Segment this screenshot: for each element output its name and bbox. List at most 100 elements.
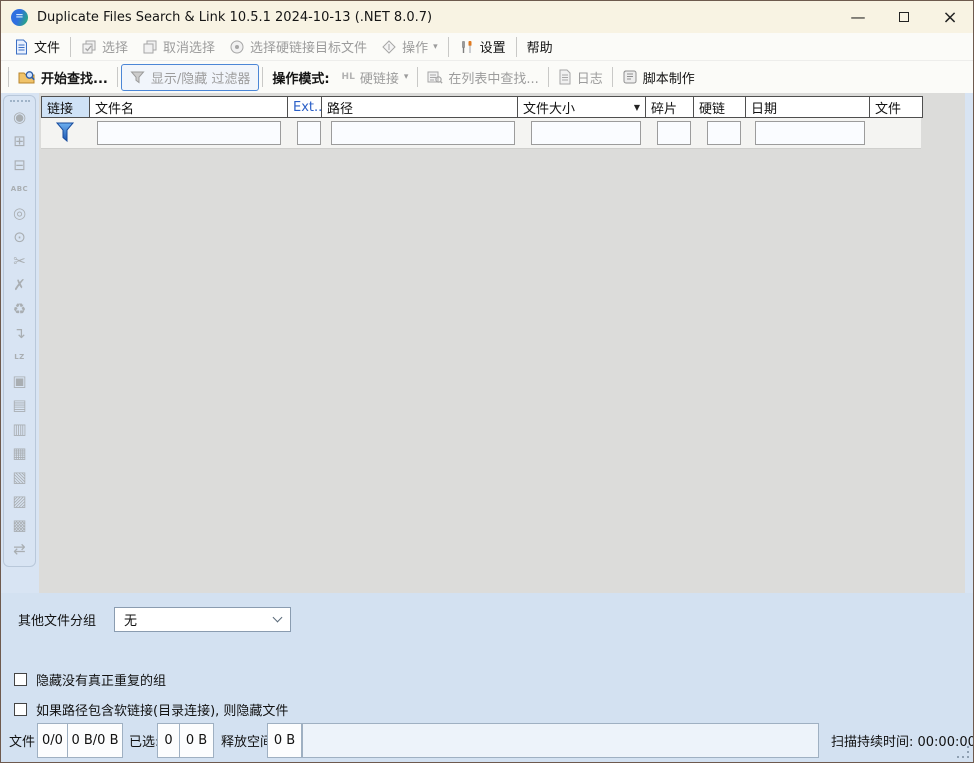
- log-button[interactable]: 日志: [552, 65, 609, 90]
- find-in-list-icon: [427, 69, 443, 85]
- link-pair-dotted-icon[interactable]: ⊙: [4, 225, 35, 249]
- window-controls: — ×: [835, 1, 973, 33]
- copy-list-icon[interactable]: ▣: [4, 369, 35, 393]
- column-label: 硬链: [699, 98, 725, 117]
- folder-search-icon: [18, 69, 36, 85]
- operation-mode-label: 操作模式:: [266, 65, 335, 90]
- recycle-bin-icon[interactable]: ♻: [4, 297, 35, 321]
- menu-settings[interactable]: 设置: [452, 34, 513, 59]
- column-header-link[interactable]: 链接: [42, 97, 90, 117]
- grouping-label: 其他文件分组: [18, 610, 96, 629]
- column-header-path[interactable]: 路径: [322, 97, 518, 117]
- menu-help-label: 帮助: [527, 37, 553, 56]
- column-header-filesize[interactable]: 文件大小 ▼: [518, 97, 646, 117]
- script-scroll-icon: [622, 69, 638, 85]
- rename-abc-icon[interactable]: ABC: [4, 177, 35, 201]
- separator: [516, 37, 517, 57]
- window-title: Duplicate Files Search & Link 10.5.1 202…: [37, 10, 432, 25]
- move-to-folder-icon[interactable]: ↴: [4, 321, 35, 345]
- close-icon: ×: [942, 7, 957, 28]
- selected-label: 已选:: [129, 723, 159, 758]
- chevron-down-icon: ▾: [404, 72, 409, 82]
- tool-bar: 开始查找... 显示/隐藏 过滤器 操作模式: HL 硬链接 ▾ 在列表中查找.…: [1, 61, 973, 93]
- find-in-list-button[interactable]: 在列表中查找...: [421, 65, 544, 90]
- grouping-select[interactable]: 无: [114, 607, 291, 632]
- column-header-hardlinks[interactable]: 硬链: [694, 97, 746, 117]
- funnel-gray-icon: [130, 70, 145, 85]
- app-window: = Duplicate Files Search & Link 10.5.1 2…: [0, 0, 974, 763]
- minimize-icon: —: [851, 8, 866, 26]
- actions-diamond-icon: [381, 39, 397, 55]
- film-strip-icon-4[interactable]: ▧: [4, 465, 35, 489]
- filter-date-input[interactable]: [755, 121, 865, 145]
- column-header-file[interactable]: 文件: [870, 97, 922, 117]
- filter-path-input[interactable]: [331, 121, 515, 145]
- film-strip-icon-3[interactable]: ▦: [4, 441, 35, 465]
- column-label: 碎片: [651, 98, 677, 117]
- menu-select-hardlink-targets[interactable]: 选择硬链接目标文件: [222, 34, 374, 59]
- film-strip-icon-5[interactable]: ▨: [4, 489, 35, 513]
- column-label: Ext...: [293, 100, 322, 115]
- column-label: 文件名: [95, 98, 134, 117]
- status-bar: 文件 0/0 0 B/0 B 已选: 0 0 B 释放空间: 0 B 扫描持续时…: [1, 719, 973, 762]
- scripting-button[interactable]: 脚本制作: [616, 65, 701, 90]
- add-files-icon[interactable]: ⊞: [4, 129, 35, 153]
- select-checked-pages-icon: [81, 39, 97, 55]
- film-strip-icon-2[interactable]: ▥: [4, 417, 35, 441]
- unlink-cut-icon[interactable]: ✂: [4, 249, 35, 273]
- menu-bar: 文件 选择 取消选择 选择硬链接目标文件 操作 ▾: [1, 33, 973, 61]
- chevron-down-icon: ▾: [433, 42, 438, 52]
- progress-box: [302, 723, 819, 758]
- delete-icon[interactable]: ✗: [4, 273, 35, 297]
- grouping-row: 其他文件分组 无: [18, 607, 291, 632]
- column-header-extension[interactable]: Ext...: [288, 97, 322, 117]
- menu-help[interactable]: 帮助: [520, 34, 560, 59]
- chevron-down-icon: [273, 613, 283, 623]
- column-label: 路径: [327, 98, 353, 117]
- grid-filter-row: [41, 118, 921, 149]
- left-toolbar-panel: ◉ ⊞ ⊟ ABC ◎ ⊙ ✂ ✗ ♻ ↴ LZ ▣ ▤ ▥ ▦ ▧ ▨ ▩ ⇄: [3, 95, 36, 567]
- menu-actions[interactable]: 操作 ▾: [374, 34, 445, 59]
- hardlink-hl-icon: HL: [342, 73, 355, 82]
- maximize-icon: [899, 12, 909, 22]
- menu-file[interactable]: 文件: [7, 34, 67, 59]
- maximize-button[interactable]: [881, 1, 927, 33]
- hardlink-target-icon: [229, 39, 245, 55]
- filter-filesize-input[interactable]: [531, 121, 641, 145]
- lz-compress-icon[interactable]: LZ: [4, 345, 35, 369]
- film-strip-icon-6[interactable]: ▩: [4, 513, 35, 537]
- column-label: 日期: [751, 98, 777, 117]
- drag-grip[interactable]: [10, 100, 30, 102]
- selected-size-box: 0 B: [179, 723, 214, 758]
- toggle-filter-button[interactable]: 显示/隐藏 过滤器: [121, 64, 260, 91]
- start-search-button[interactable]: 开始查找...: [12, 65, 114, 90]
- filter-fragments-input[interactable]: [657, 121, 691, 145]
- menu-select[interactable]: 选择: [74, 34, 135, 59]
- option-label: 如果路径包含软链接(目录连接), 则隐藏文件: [36, 700, 288, 719]
- menu-deselect[interactable]: 取消选择: [135, 34, 222, 59]
- filter-hardlinks-input[interactable]: [707, 121, 741, 145]
- minimize-button[interactable]: —: [835, 1, 881, 33]
- checkbox-hide-non-duplicate-groups[interactable]: [14, 673, 27, 686]
- sort-descending-icon: ▼: [634, 103, 640, 112]
- filter-filename-input[interactable]: [97, 121, 281, 145]
- eye-preview-icon[interactable]: ◉: [4, 105, 35, 129]
- column-header-date[interactable]: 日期: [746, 97, 870, 117]
- column-header-filename[interactable]: 文件名: [90, 97, 288, 117]
- settings-tools-icon: [459, 39, 475, 55]
- link-pair-icon[interactable]: ◎: [4, 201, 35, 225]
- remove-files-icon[interactable]: ⊟: [4, 153, 35, 177]
- mode-hardlink-button[interactable]: HL 硬链接 ▾: [336, 65, 415, 90]
- option-hide-non-duplicate-groups: 隐藏没有真正重复的组: [14, 670, 166, 689]
- film-strip-icon-1[interactable]: ▤: [4, 393, 35, 417]
- selected-count-box: 0: [157, 723, 180, 758]
- column-header-fragments[interactable]: 碎片: [646, 97, 694, 117]
- menu-file-label: 文件: [34, 37, 60, 56]
- separator: [117, 67, 118, 87]
- files-size-box: 0 B/0 B: [67, 723, 123, 758]
- separator: [612, 67, 613, 87]
- replace-swap-icon[interactable]: ⇄: [4, 537, 35, 561]
- close-button[interactable]: ×: [927, 1, 973, 33]
- filter-extension-input[interactable]: [297, 121, 321, 145]
- checkbox-hide-softlink-files[interactable]: [14, 703, 27, 716]
